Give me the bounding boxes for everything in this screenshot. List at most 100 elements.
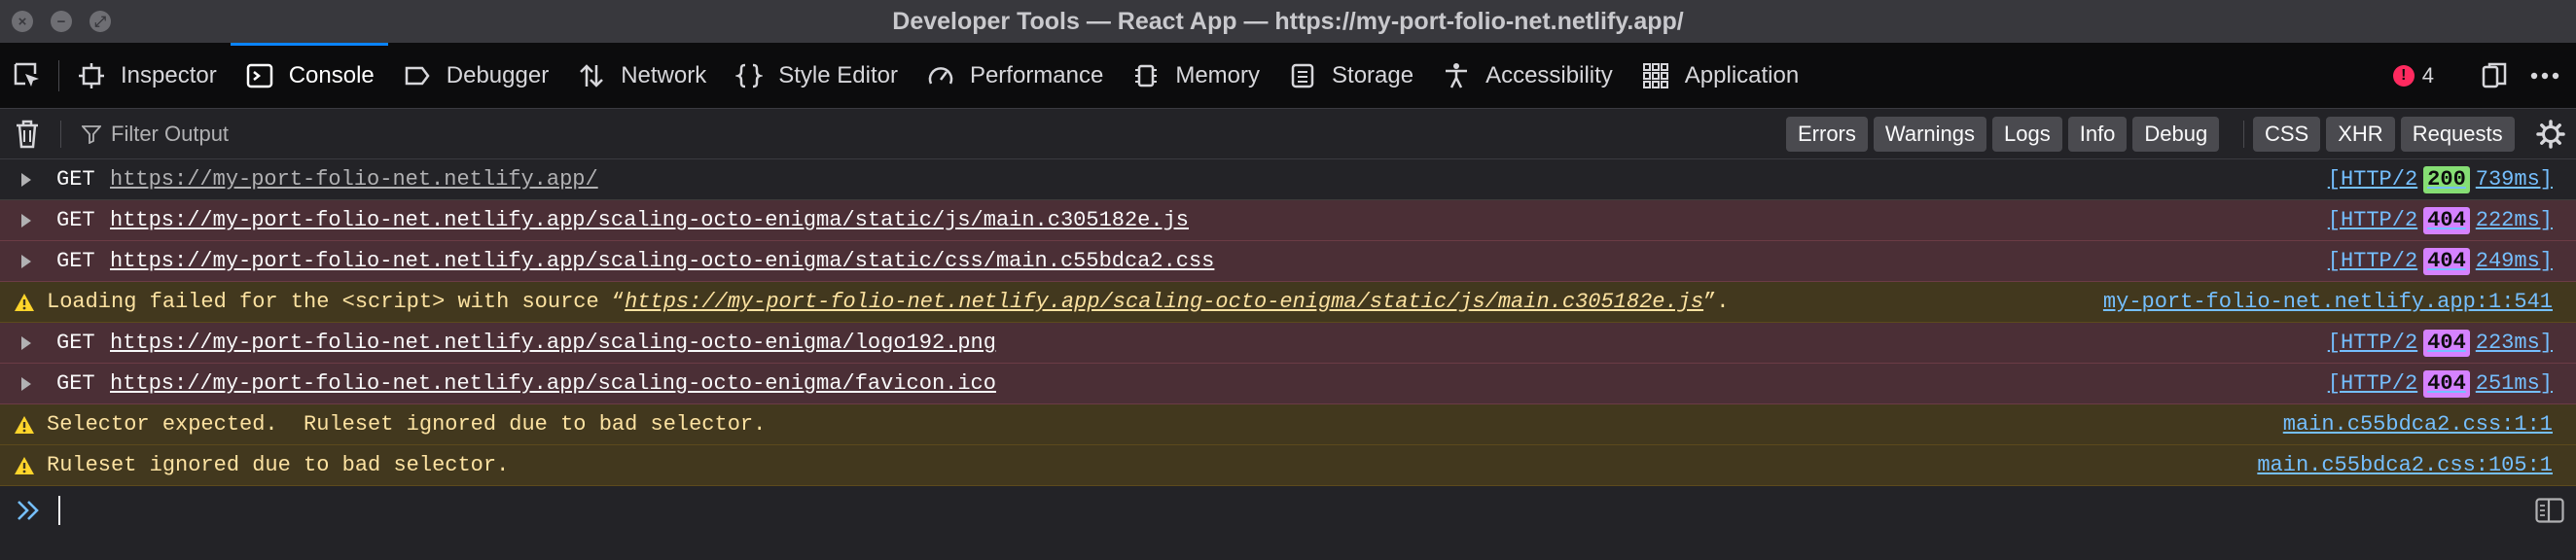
request-status-link[interactable]: [HTTP/2 404 222ms] — [2328, 200, 2553, 241]
expand-arrow-icon[interactable] — [21, 214, 31, 228]
filter-css-button[interactable]: CSS — [2253, 117, 2321, 152]
message-source-link[interactable]: main.c55bdca2.css:105:1 — [2257, 445, 2553, 486]
request-url-link[interactable]: https://my-port-folio-net.netlify.app/sc… — [110, 364, 996, 404]
log-level-filters: Errors Warnings Logs Info Debug — [1786, 117, 2225, 152]
request-status-link[interactable]: [HTTP/2 200 739ms] — [2328, 159, 2553, 200]
tab-label: Style Editor — [778, 62, 898, 88]
console-icon — [246, 63, 272, 88]
element-picker-icon — [14, 62, 39, 87]
trash-icon — [17, 120, 38, 149]
tab-debugger[interactable]: Debugger — [388, 43, 562, 109]
filter-errors-button[interactable]: Errors — [1786, 117, 1868, 152]
text-cursor — [58, 496, 60, 525]
status-badge: 404 — [2423, 248, 2470, 275]
tab-memory[interactable]: Memory — [1117, 43, 1273, 109]
tab-style-editor[interactable]: Style Editor — [720, 43, 912, 109]
filter-warnings-button[interactable]: Warnings — [1873, 117, 1986, 152]
filter-requests-button[interactable]: Requests — [2400, 117, 2515, 152]
console-input[interactable] — [0, 486, 2576, 535]
tab-label: Inspector — [121, 62, 217, 88]
message-source-link[interactable]: my-port-folio-net.netlify.app:1:541 — [2103, 282, 2553, 323]
warning-text-part: Loading failed for the <script> with sou… — [47, 290, 626, 314]
more-options-button[interactable] — [2525, 56, 2564, 95]
request-protocol: [HTTP/2 — [2327, 167, 2418, 192]
console-settings-button[interactable] — [2535, 119, 2566, 150]
tab-label: Storage — [1332, 62, 1414, 88]
expand-arrow-icon[interactable] — [21, 255, 31, 268]
inspector-icon — [79, 63, 104, 88]
request-url-link[interactable]: https://my-port-folio-net.netlify.app/sc… — [110, 323, 996, 364]
network-message-row[interactable]: GET https://my-port-folio-net.netlify.ap… — [0, 159, 2576, 200]
toolbox-tabbar: Inspector Console Debugger Network Style… — [0, 43, 2576, 109]
element-picker-button[interactable] — [8, 56, 47, 95]
request-duration: 251ms] — [2475, 371, 2553, 396]
error-count-button[interactable]: ! 4 — [2392, 63, 2434, 88]
warning-text-part: ”. — [1703, 290, 1730, 314]
request-url-link[interactable]: https://my-port-folio-net.netlify.app/sc… — [110, 241, 1214, 282]
network-message-row[interactable]: GET https://my-port-folio-net.netlify.ap… — [0, 241, 2576, 282]
request-status-link[interactable]: [HTTP/2 404 223ms] — [2328, 323, 2553, 364]
tab-application[interactable]: Application — [1627, 43, 1812, 109]
more-options-icon — [2530, 72, 2559, 80]
request-method: GET — [56, 208, 95, 232]
toolbar-separator — [58, 60, 59, 91]
status-badge: 404 — [2423, 207, 2470, 234]
message-source-link[interactable]: main.c55bdca2.css:1:1 — [2283, 404, 2553, 445]
performance-icon — [928, 67, 953, 85]
network-message-row[interactable]: GET https://my-port-folio-net.netlify.ap… — [0, 323, 2576, 364]
clear-console-button[interactable] — [12, 119, 43, 150]
tab-label: Performance — [969, 62, 1104, 88]
tab-label: Console — [288, 62, 375, 88]
tab-performance[interactable]: Performance — [912, 43, 1117, 109]
style-editor-icon — [735, 63, 764, 88]
tab-label: Debugger — [446, 62, 550, 88]
warning-message-row: Loading failed for the <script> with sou… — [0, 282, 2576, 323]
tab-storage[interactable]: Storage — [1273, 43, 1427, 109]
tab-network[interactable]: Network — [562, 43, 720, 109]
status-badge: 200 — [2423, 166, 2470, 193]
tab-label: Application — [1684, 62, 1800, 88]
memory-icon — [1135, 64, 1158, 88]
request-method: GET — [56, 331, 95, 355]
filter-logs-button[interactable]: Logs — [1992, 117, 2062, 152]
request-method: GET — [56, 249, 95, 273]
toolbar-separator — [2243, 121, 2244, 148]
script-source-link[interactable]: https://my-port-folio-net.netlify.app/sc… — [625, 290, 1703, 314]
filter-info-button[interactable]: Info — [2067, 117, 2128, 152]
request-protocol: [HTTP/2 — [2327, 208, 2418, 232]
filter-debug-button[interactable]: Debug — [2132, 117, 2220, 152]
request-method: GET — [56, 371, 95, 396]
tab-label: Memory — [1175, 62, 1261, 88]
debugger-icon — [405, 66, 430, 86]
dock-side-icon — [2482, 62, 2507, 88]
filter-xhr-button[interactable]: XHR — [2326, 117, 2395, 152]
accessibility-icon — [1446, 63, 1468, 88]
warning-icon — [15, 416, 34, 434]
request-url-link[interactable]: https://my-port-folio-net.netlify.app/ — [110, 159, 598, 200]
network-message-row[interactable]: GET https://my-port-folio-net.netlify.ap… — [0, 364, 2576, 404]
request-duration: 223ms] — [2475, 331, 2553, 355]
request-status-link[interactable]: [HTTP/2 404 249ms] — [2328, 241, 2553, 282]
console-output: GET https://my-port-folio-net.netlify.ap… — [0, 159, 2576, 486]
request-protocol: [HTTP/2 — [2327, 371, 2418, 396]
console-filter-toolbar: Errors Warnings Logs Info Debug CSS XHR … — [0, 109, 2576, 159]
error-count: 4 — [2421, 63, 2434, 88]
filter-output-input[interactable] — [76, 117, 951, 152]
toolbox-controls: ! 4 — [2392, 43, 2576, 109]
request-status-link[interactable]: [HTTP/2 404 251ms] — [2328, 364, 2553, 404]
tab-console[interactable]: Console — [230, 43, 388, 109]
tab-accessibility[interactable]: Accessibility — [1427, 43, 1627, 109]
tab-inspector[interactable]: Inspector — [62, 43, 231, 109]
network-message-row[interactable]: GET https://my-port-folio-net.netlify.ap… — [0, 200, 2576, 241]
warning-text: Selector expected. Ruleset ignored due t… — [47, 412, 767, 437]
expand-arrow-icon[interactable] — [21, 377, 31, 391]
request-protocol: [HTTP/2 — [2327, 331, 2418, 355]
expand-arrow-icon[interactable] — [21, 336, 31, 350]
expand-arrow-icon[interactable] — [21, 173, 31, 187]
tab-label: Accessibility — [1485, 62, 1613, 88]
dock-side-button[interactable] — [2475, 56, 2514, 95]
warning-icon — [15, 294, 34, 311]
editor-mode-toggle-icon[interactable] — [2535, 498, 2564, 523]
request-url-link[interactable]: https://my-port-folio-net.netlify.app/sc… — [110, 200, 1189, 241]
status-badge: 404 — [2423, 330, 2470, 357]
